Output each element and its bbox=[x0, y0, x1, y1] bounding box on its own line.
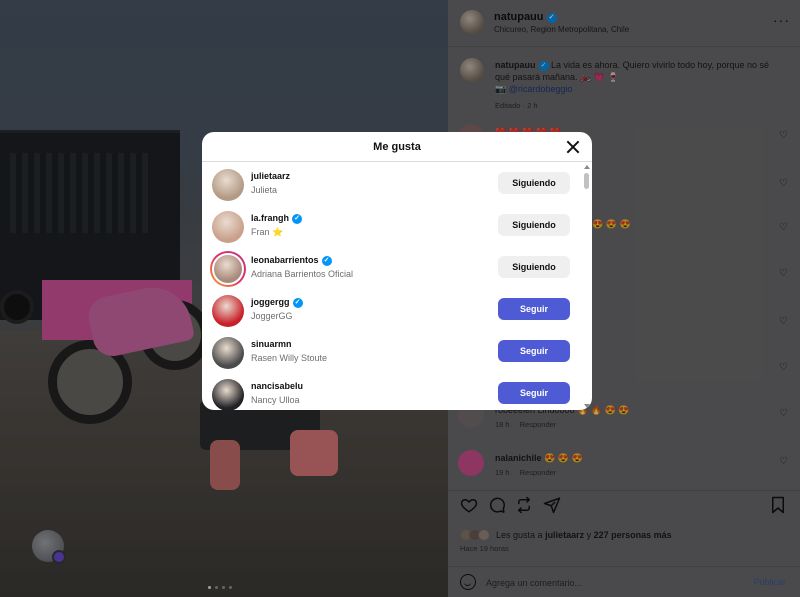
likers-list: julietaarz Julieta Siguiendo la.frangh ✓ Fran… bbox=[202, 163, 584, 410]
liker-fullname: JoggerGG bbox=[251, 311, 293, 321]
following-button[interactable]: Siguiendo bbox=[498, 256, 570, 278]
liker-username[interactable]: leonabarrientos bbox=[251, 255, 319, 265]
liker-fullname: Nancy Ulloa bbox=[251, 395, 300, 405]
liker-row: sinuarmn Rasen Willy Stoute Seguir bbox=[202, 331, 584, 373]
liker-fullname: Adriana Barrientos Oficial bbox=[251, 269, 354, 279]
liker-avatar-story-ring[interactable] bbox=[210, 251, 246, 287]
follow-button[interactable]: Seguir bbox=[498, 340, 570, 362]
liker-username[interactable]: joggergg bbox=[251, 297, 290, 307]
liker-avatar bbox=[212, 253, 244, 285]
following-button[interactable]: Siguiendo bbox=[498, 172, 570, 194]
follow-button[interactable]: Seguir bbox=[498, 298, 570, 320]
liker-row: nancisabelu Nancy Ulloa Seguir bbox=[202, 373, 584, 410]
verified-icon: ✓ bbox=[321, 256, 332, 266]
liker-username[interactable]: la.frangh bbox=[251, 213, 289, 223]
liker-avatar[interactable] bbox=[212, 169, 244, 201]
liker-username-row[interactable]: julietaarz bbox=[251, 171, 290, 181]
likes-modal: Me gusta julietaarz Julieta Siguiendo la.fr… bbox=[202, 132, 592, 410]
liker-avatar[interactable] bbox=[212, 379, 244, 410]
likes-modal-header: Me gusta bbox=[202, 132, 592, 162]
scrollbar-thumb[interactable] bbox=[584, 173, 589, 189]
liker-username-row[interactable]: sinuarmn bbox=[251, 339, 292, 349]
liker-username-row[interactable]: joggergg ✓ bbox=[251, 297, 303, 308]
verified-icon: ✓ bbox=[292, 214, 303, 224]
verified-icon: ✓ bbox=[292, 298, 303, 308]
liker-fullname: Fran ⭐ bbox=[251, 227, 284, 237]
liker-username-row[interactable]: nancisabelu bbox=[251, 381, 303, 391]
liker-avatar[interactable] bbox=[212, 337, 244, 369]
liker-username[interactable]: sinuarmn bbox=[251, 339, 292, 349]
liker-username-row[interactable]: leonabarrientos ✓ bbox=[251, 255, 332, 266]
liker-row: leonabarrientos ✓ Adriana Barrientos Ofici… bbox=[202, 247, 584, 289]
liker-fullname: Julieta bbox=[251, 185, 278, 195]
liker-username-row[interactable]: la.frangh ✓ bbox=[251, 213, 303, 224]
liker-username[interactable]: nancisabelu bbox=[251, 381, 303, 391]
liker-row: la.frangh ✓ Fran ⭐ Siguiendo bbox=[202, 205, 584, 247]
close-icon[interactable] bbox=[564, 138, 582, 156]
likes-modal-title: Me gusta bbox=[373, 141, 421, 153]
liker-fullname: Rasen Willy Stoute bbox=[251, 353, 328, 363]
liker-username[interactable]: julietaarz bbox=[251, 171, 290, 181]
scroll-up-arrow-icon[interactable] bbox=[584, 165, 590, 169]
following-button[interactable]: Siguiendo bbox=[498, 214, 570, 236]
liker-avatar[interactable] bbox=[212, 295, 244, 327]
scroll-down-arrow-icon[interactable] bbox=[584, 404, 590, 408]
liker-row: julietaarz Julieta Siguiendo bbox=[202, 163, 584, 205]
liker-row: joggergg ✓ JoggerGG Seguir bbox=[202, 289, 584, 331]
likers-scrollbar[interactable] bbox=[584, 165, 590, 408]
follow-button[interactable]: Seguir bbox=[498, 382, 570, 404]
liker-avatar[interactable] bbox=[212, 211, 244, 243]
